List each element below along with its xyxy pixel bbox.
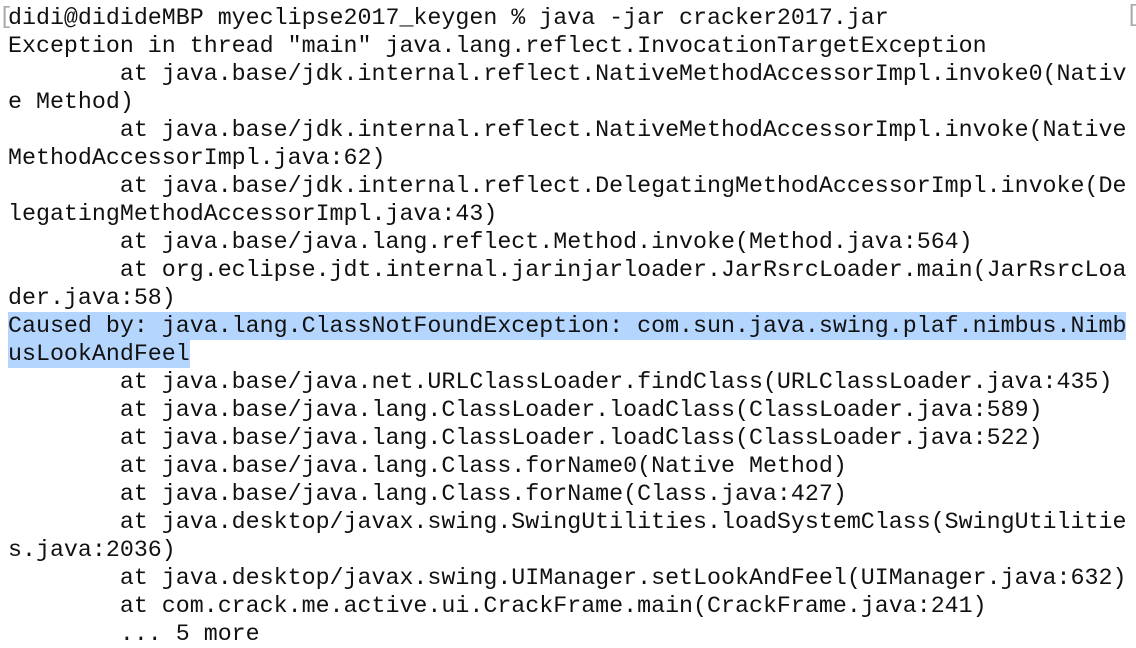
terminal-line: at java.base/java.lang.Class.forName(Cla…: [8, 480, 1126, 508]
terminal-line-text: at java.base/java.lang.ClassLoader.loadC…: [8, 397, 1043, 423]
terminal-line-text: at java.base/java.lang.reflect.Method.in…: [8, 229, 973, 255]
terminal-line: at java.desktop/javax.swing.UIManager.se…: [8, 564, 1127, 592]
terminal-line-text: at java.desktop/javax.swing.SwingUtiliti…: [8, 509, 1127, 535]
terminal-line: at java.base/java.lang.ClassLoader.loadC…: [8, 396, 1126, 424]
terminal-line-text: at org.eclipse.jdt.internal.jarinjarload…: [8, 257, 1127, 283]
terminal-line: at java.base/jdk.internal.reflect.Native…: [8, 60, 1127, 88]
terminal-line: at java.base/java.net.URLClassLoader.fin…: [8, 368, 1126, 396]
terminal-line-text: at java.base/java.lang.Class.forName0(Na…: [8, 453, 847, 479]
terminal-line: der.java:58): [8, 284, 1126, 312]
terminal-line-text: Exception in thread "main" java.lang.ref…: [8, 33, 987, 59]
terminal-line: s.java:2036): [8, 536, 1126, 564]
terminal-line-text: legatingMethodAccessorImpl.java:43): [8, 201, 498, 227]
terminal-line-text: at java.desktop/javax.swing.UIManager.se…: [8, 565, 1127, 591]
terminal-line-text: Caused by: java.lang.ClassNotFoundExcept…: [8, 312, 1127, 340]
terminal-line-text: didi@dididеMBP myeclipse2017_keygen % ja…: [8, 5, 889, 31]
terminal-line-text: at java.base/jdk.internal.reflect.Delega…: [8, 173, 1127, 199]
terminal-line: at java.base/java.lang.Class.forName0(Na…: [8, 452, 1126, 480]
terminal-line-selected: Caused by: java.lang.ClassNotFoundExcept…: [8, 312, 1127, 340]
terminal-line-text: at java.base/java.lang.ClassLoader.loadC…: [8, 425, 1043, 451]
terminal-line-text: at java.base/jdk.internal.reflect.Native…: [8, 61, 1127, 87]
terminal-line: at java.base/java.lang.reflect.Method.in…: [8, 228, 1126, 256]
terminal-line-text: at com.crack.me.active.ui.CrackFrame.mai…: [8, 593, 987, 619]
terminal-line-text: at java.base/java.lang.Class.forName(Cla…: [8, 481, 847, 507]
terminal-line: legatingMethodAccessorImpl.java:43): [8, 200, 1126, 228]
terminal-line-text: e Method): [8, 89, 134, 115]
terminal-output[interactable]: didi@dididеMBP myeclipse2017_keygen % ja…: [8, 4, 1127, 648]
terminal-line-text: MethodAccessorImpl.java:62): [8, 145, 386, 171]
terminal-line-text: s.java:2036): [8, 537, 176, 563]
terminal-line: at java.desktop/javax.swing.SwingUtiliti…: [8, 508, 1127, 536]
terminal-line: e Method): [8, 88, 1126, 116]
terminal-line: at org.eclipse.jdt.internal.jarinjarload…: [8, 256, 1127, 284]
terminal-line: Exception in thread "main" java.lang.ref…: [8, 32, 1126, 60]
terminal-line-text: ... 5 more: [8, 621, 260, 647]
terminal-line: MethodAccessorImpl.java:62): [8, 144, 1126, 172]
terminal-line: at com.crack.me.active.ui.CrackFrame.mai…: [8, 592, 1126, 620]
terminal-line-selected: usLookAndFeel: [8, 340, 1126, 368]
terminal-line: at java.base/java.lang.ClassLoader.loadC…: [8, 424, 1126, 452]
terminal-line-text: at java.base/jdk.internal.reflect.Native…: [8, 117, 1127, 143]
terminal-line: at java.base/jdk.internal.reflect.Delega…: [8, 172, 1127, 200]
line-mark-right: [: [1126, 1, 1136, 29]
terminal-line-text: at java.base/java.net.URLClassLoader.fin…: [8, 369, 1113, 395]
terminal-line: at java.base/jdk.internal.reflect.Native…: [8, 116, 1127, 144]
terminal-line-text: usLookAndFeel: [8, 340, 190, 368]
terminal-line-text: der.java:58): [8, 285, 176, 311]
terminal-line: didi@dididеMBP myeclipse2017_keygen % ja…: [8, 4, 1126, 32]
